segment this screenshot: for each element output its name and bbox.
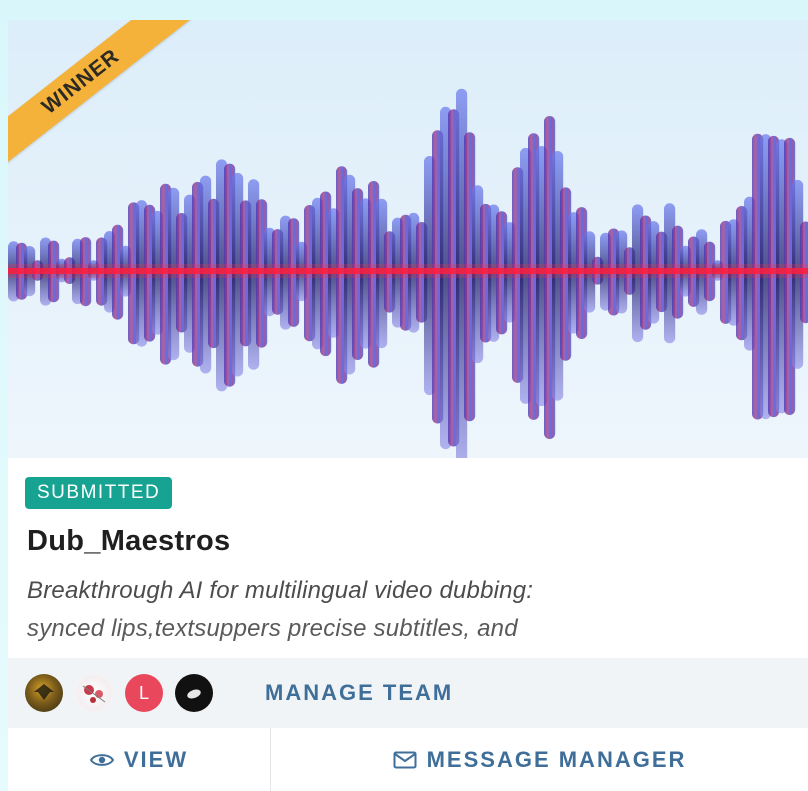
description-line: Breakthrough AI for multilingual video d… [27,577,534,604]
soundwave-illustration [8,88,808,458]
avatar[interactable] [75,674,113,712]
message-manager-label: MESSAGE MANAGER [426,746,687,772]
view-label: VIEW [123,746,189,772]
avatar[interactable] [175,674,213,712]
eye-icon [89,752,114,768]
project-card: WINNER SUBMITTED Dub_Maestros Breakthrou… [8,20,808,791]
card-actions: VIEW MESSAGE MANAGER [8,728,808,791]
project-title[interactable]: Dub_Maestros [27,525,230,558]
project-cover-image[interactable]: WINNER [8,20,808,458]
message-manager-button[interactable]: MESSAGE MANAGER [271,728,808,791]
team-avatars: L [25,674,225,712]
project-description: Breakthrough AI for multilingual video d… [27,572,797,648]
team-row: L MANAGE TEAM [8,658,808,728]
avatar-initial: L [138,682,149,703]
envelope-icon [393,751,417,769]
manage-team-link[interactable]: MANAGE TEAM [265,680,453,706]
avatar[interactable] [25,674,63,712]
status-badge: SUBMITTED [25,477,173,509]
view-button[interactable]: VIEW [8,728,271,791]
avatar[interactable]: L [125,674,163,712]
description-line: synced lips,textsuppers precise subtitle… [27,615,518,642]
